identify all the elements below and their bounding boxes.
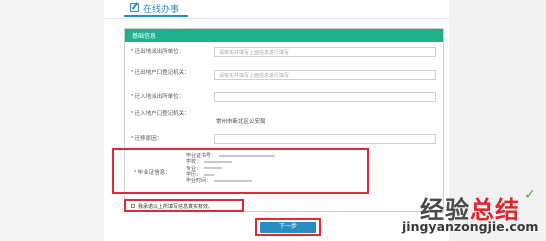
pledge-checkbox[interactable]: [131, 204, 135, 208]
field-label-origin-station: * 迁出地派出所单位：: [131, 49, 185, 55]
check-icon: ✓: [524, 187, 536, 203]
edit-icon: [130, 3, 139, 12]
tab-online-services[interactable]: 在线办事: [124, 0, 188, 17]
left-margin: [0, 0, 104, 241]
field-label-destination-registry: * 迁入地户口登记机关：: [131, 111, 190, 117]
next-button[interactable]: 下一步: [260, 222, 316, 233]
pledge-highlight: 我承诺以上所填写信息真实有效。: [124, 199, 244, 212]
watermark-url: jingyanzongjie.com: [402, 219, 539, 234]
field-label-destination-station: * 迁入地派出所单位：: [131, 94, 185, 100]
field-label-origin-registry: * 迁出地户口登记机关：: [131, 70, 190, 76]
placeholder-text: 请核实并填写上面信息进行填写: [219, 50, 290, 56]
panel-header: 基础信息: [125, 29, 443, 42]
reason-input[interactable]: [214, 134, 436, 144]
origin-station-input[interactable]: 请核实并填写上面信息进行填写: [214, 47, 436, 57]
graduate-line: 毕业时间：: [186, 178, 275, 184]
page: 在线办事 基础信息 * 迁出地派出所单位： 请核实并填写上面信息进行填写 * 迁…: [0, 0, 546, 241]
origin-registry-input[interactable]: 请核实并填写上面信息进行填写: [214, 70, 436, 80]
pledge-text: 我承诺以上所填写信息真实有效。: [138, 204, 214, 210]
field-label-reason: * 迁移原因：: [131, 136, 163, 142]
panel-title: 基础信息: [132, 34, 157, 40]
field-label-graduate: * 毕业证信息：: [134, 170, 171, 176]
tab-label: 在线办事: [143, 4, 180, 14]
divider: [104, 18, 449, 19]
destination-station-input[interactable]: [214, 92, 436, 102]
placeholder-text: 请核实并填写上面信息进行填写: [219, 73, 290, 79]
destination-registry-value: 常州市新北区公安局: [216, 119, 266, 125]
graduate-info: 毕业证书号： 学校： 专业： 学历： 毕业时间：: [186, 153, 276, 184]
